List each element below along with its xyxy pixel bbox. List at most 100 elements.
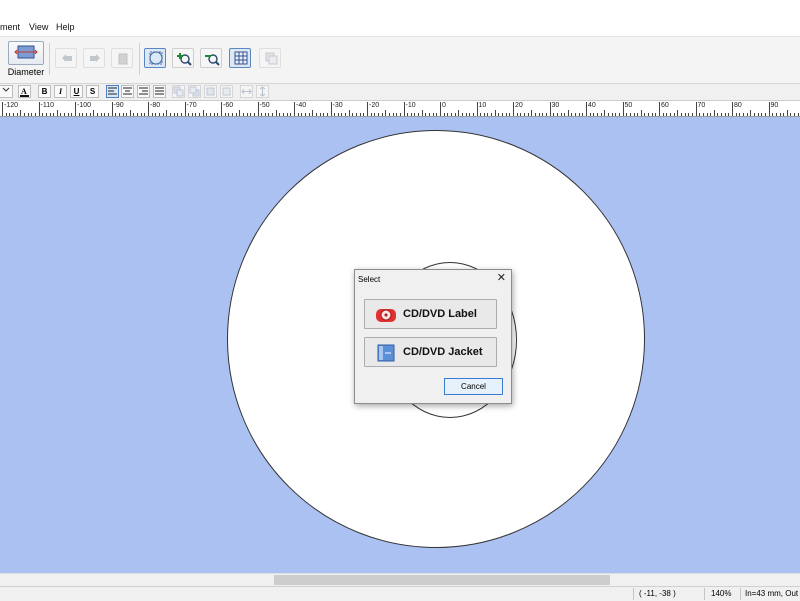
ruler-tick: [637, 113, 639, 116]
ruler-tick: [301, 113, 303, 116]
ruler-tick: [38, 102, 40, 116]
ruler-label: -50: [259, 102, 270, 109]
text-color-button[interactable]: A: [18, 85, 31, 98]
ruler-tick: [268, 113, 270, 116]
ruler-tick: [96, 113, 98, 116]
ruler-tick: [53, 113, 55, 116]
ruler-tick: [392, 113, 394, 116]
diameter-label: Diameter: [7, 67, 45, 77]
undo-button[interactable]: [55, 48, 77, 68]
grid-button[interactable]: [229, 48, 251, 68]
font-dropdown-arrow[interactable]: [0, 85, 13, 98]
fit-view-button[interactable]: [144, 48, 166, 68]
ruler-tick: [447, 113, 449, 116]
ruler-tick: [626, 113, 628, 116]
redo-button[interactable]: [83, 48, 105, 68]
dialog-title: Select: [358, 275, 381, 284]
ruler-tick: [188, 113, 190, 116]
ruler-tick: [71, 113, 73, 116]
send-back-button[interactable]: [188, 85, 201, 98]
menu-help[interactable]: Help: [56, 22, 75, 32]
ruler-tick: [567, 110, 569, 116]
layer-button[interactable]: [259, 48, 281, 68]
diameter-icon: [14, 45, 38, 59]
ruler-tick: [732, 102, 733, 116]
ruler-tick: [538, 113, 540, 116]
zoom-in-button[interactable]: [172, 48, 194, 68]
ruler-tick: [443, 113, 445, 116]
ruler-tick: [246, 113, 248, 116]
shadow-button[interactable]: S: [86, 85, 99, 98]
send-backward-button[interactable]: [220, 85, 233, 98]
center-horizontal-button[interactable]: [240, 85, 253, 98]
cancel-button[interactable]: Cancel: [444, 378, 503, 395]
ruler-tick: [662, 113, 664, 116]
ruler-tick: [699, 113, 701, 116]
ruler-tick: [527, 113, 529, 116]
ruler-tick: [436, 113, 438, 116]
select-dialog: Select ✕ CD/DVD Label CD/DVD Jacket Canc…: [354, 269, 512, 404]
cd-dvd-jacket-text: CD/DVD Jacket: [403, 346, 483, 358]
ruler-tick: [757, 113, 759, 116]
ruler-label: -90: [113, 102, 124, 109]
ruler-label: -30: [332, 102, 343, 109]
ruler-tick: [184, 102, 186, 116]
ruler-tick: [367, 102, 368, 116]
ruler-tick: [414, 113, 416, 116]
bring-front-icon: [173, 86, 184, 97]
ruler-tick: [308, 113, 310, 116]
ruler-tick: [797, 113, 799, 116]
center-vertical-button[interactable]: [256, 85, 269, 98]
align-left-button[interactable]: [106, 85, 119, 98]
ruler-tick: [666, 113, 668, 116]
menu-document[interactable]: ment: [0, 22, 20, 32]
grid-icon: [234, 51, 248, 65]
ruler-tick: [385, 110, 387, 116]
align-right-button[interactable]: [137, 85, 150, 98]
bold-button[interactable]: B: [38, 85, 51, 98]
ruler-tick: [86, 113, 87, 116]
horizontal-scrollbar[interactable]: [0, 573, 800, 586]
horizontal-ruler: -120 -110 -100 -90 -80 -70 -60 -50 -40 -30 -20 -10 0…: [0, 101, 800, 117]
menu-view[interactable]: View: [29, 22, 48, 32]
justify-button[interactable]: [153, 85, 166, 98]
ruler-label: -110: [40, 102, 55, 109]
ruler-tick: [695, 102, 697, 116]
ruler-tick: [319, 113, 321, 116]
ruler-tick: [524, 113, 525, 116]
ruler-tick: [137, 113, 139, 116]
delete-button[interactable]: [111, 48, 133, 68]
ruler-tick: [597, 113, 598, 116]
italic-button[interactable]: I: [54, 85, 67, 98]
ruler-tick: [31, 113, 33, 116]
ruler-tick: [783, 113, 785, 116]
center-horizontal-icon: [241, 88, 252, 95]
ruler-label: -100: [77, 102, 92, 109]
bring-forward-button[interactable]: [204, 85, 217, 98]
font-color-icon: A: [20, 87, 29, 97]
ruler-tick: [206, 113, 208, 116]
ruler-tick: [294, 102, 295, 116]
ruler-tick: [513, 102, 514, 116]
ruler-tick: [772, 113, 774, 116]
bring-front-button[interactable]: [172, 85, 185, 98]
close-icon[interactable]: ✕: [497, 273, 506, 284]
ruler-tick: [582, 113, 584, 116]
ruler-tick: [491, 113, 493, 116]
align-center-button[interactable]: [121, 85, 134, 98]
ruler-tick: [429, 113, 431, 116]
ruler-tick: [728, 113, 730, 116]
ruler-tick: [688, 113, 690, 116]
underline-button[interactable]: U: [70, 85, 83, 98]
ruler-tick: [640, 110, 642, 116]
status-separator: [704, 588, 705, 600]
diameter-button[interactable]: [8, 41, 44, 65]
zoom-out-button[interactable]: [200, 48, 222, 68]
ruler-tick: [49, 113, 51, 116]
ruler-tick: [670, 113, 671, 116]
scrollbar-thumb[interactable]: [274, 575, 610, 585]
ruler-tick: [717, 113, 719, 116]
ruler-tick: [454, 113, 456, 116]
cd-dvd-label-button[interactable]: CD/DVD Label: [364, 299, 497, 329]
cd-dvd-jacket-button[interactable]: CD/DVD Jacket: [364, 337, 497, 367]
